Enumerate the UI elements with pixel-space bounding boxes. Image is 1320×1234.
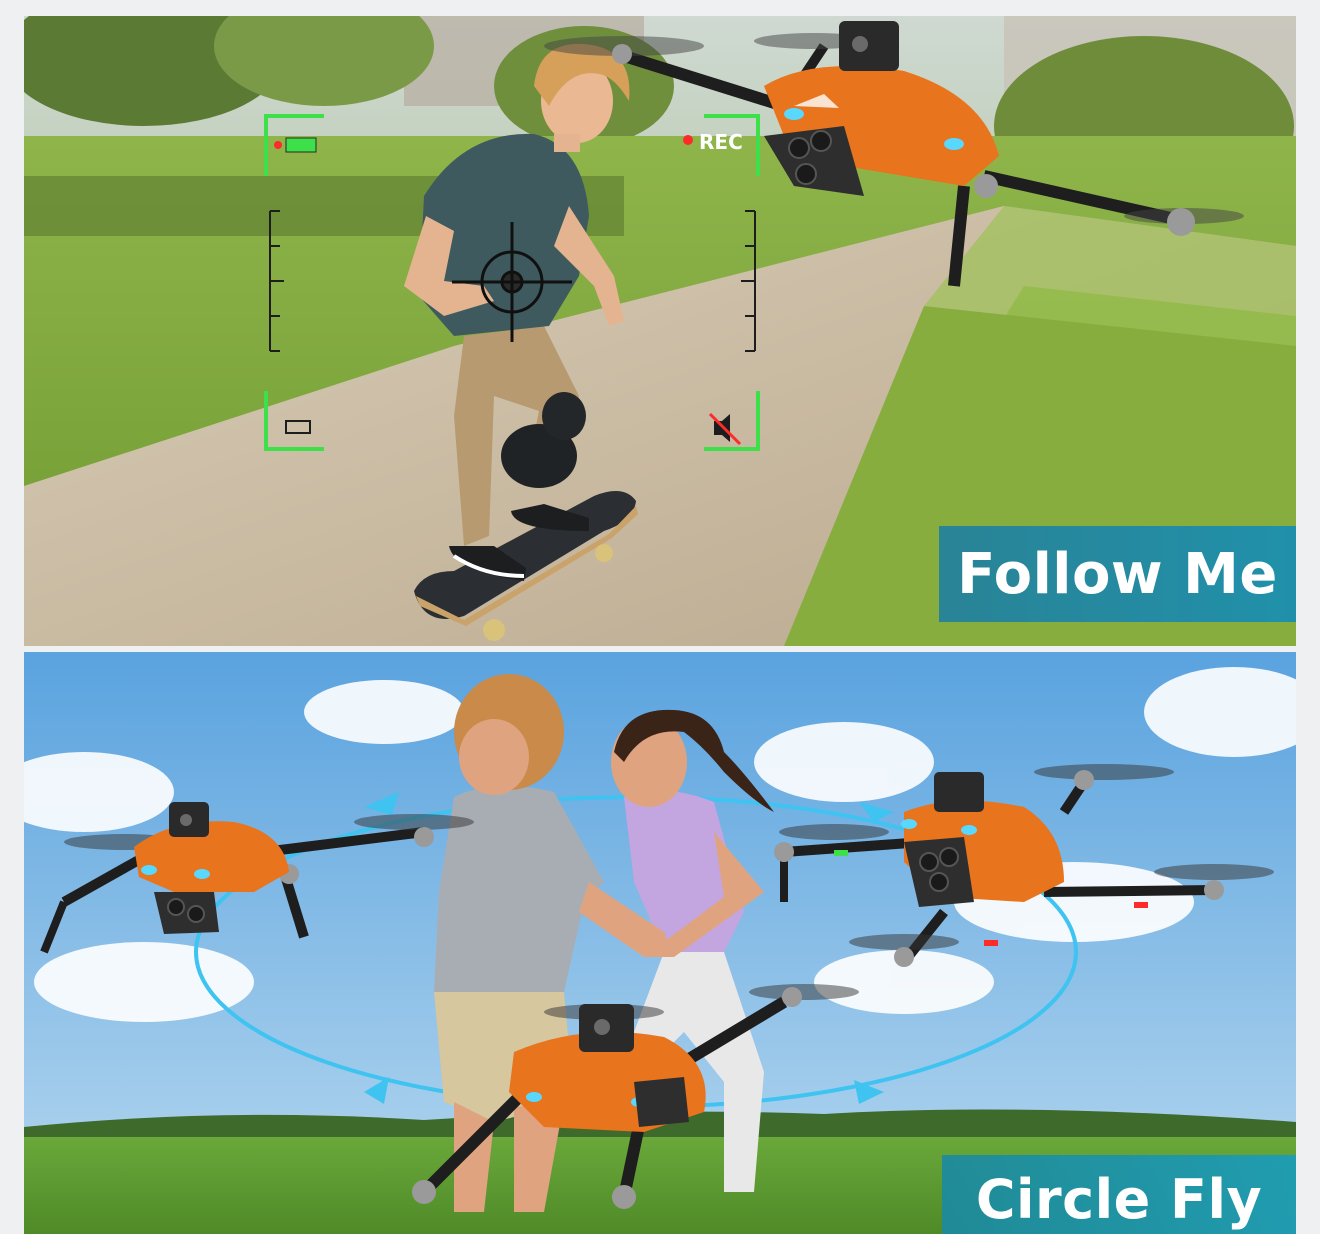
follow-me-label: Follow Me (957, 541, 1278, 607)
follow-me-photo: REC Follow Me (24, 16, 1296, 646)
circle-fly-photo: Circle Fly (24, 652, 1296, 1234)
rec-indicator: REC (699, 130, 743, 154)
circle-fly-label: Circle Fly (975, 1168, 1263, 1231)
circle-fly-scene (24, 652, 1296, 1234)
rec-dot-icon (683, 135, 693, 145)
